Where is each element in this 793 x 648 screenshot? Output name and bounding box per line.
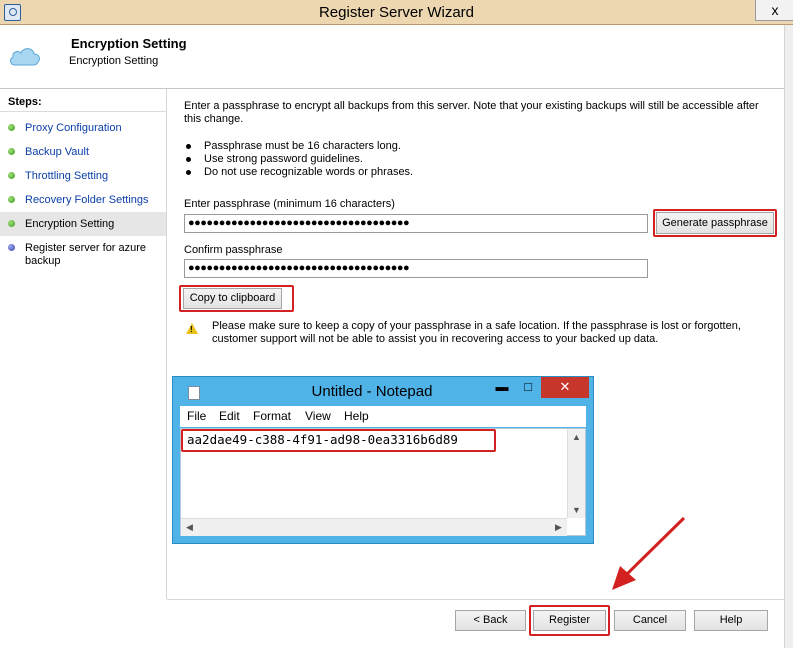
warning-icon-mark: ! (190, 325, 193, 334)
window-edge (784, 25, 793, 648)
step-label: Throttling Setting (25, 170, 109, 182)
copy-to-clipboard-button[interactable]: Copy to clipboard (183, 288, 282, 309)
status-complete-icon (8, 148, 15, 155)
scroll-down-icon[interactable]: ▼ (568, 502, 585, 518)
confirm-label: Confirm passphrase (184, 244, 283, 256)
highlight-box (181, 429, 496, 452)
status-pending-icon (8, 244, 15, 251)
step-register-server: Register server for azure backup (0, 238, 166, 268)
divider (167, 599, 784, 600)
notepad-maximize-button[interactable]: □ (515, 377, 541, 398)
register-button[interactable]: Register (533, 610, 606, 631)
menu-view[interactable]: View (305, 409, 331, 423)
page-subtitle: Encryption Setting (69, 55, 159, 67)
status-complete-icon (8, 196, 15, 203)
warning-text: Please make sure to keep a copy of your … (212, 320, 741, 345)
notepad-menubar (180, 406, 586, 427)
step-proxy-configuration[interactable]: Proxy Configuration (0, 118, 166, 140)
page-title: Encryption Setting (71, 36, 187, 51)
intro-text: Enter a passphrase to encrypt all backup… (184, 100, 759, 125)
cancel-button[interactable]: Cancel (614, 610, 686, 631)
vertical-scrollbar[interactable]: ▲ ▼ (567, 429, 585, 518)
step-label: Register server for azure backup (25, 242, 147, 267)
scroll-right-icon[interactable]: ▶ (550, 519, 567, 535)
horizontal-scrollbar[interactable]: ◀ ▶ (181, 518, 567, 536)
menu-help[interactable]: Help (344, 409, 369, 423)
menu-edit[interactable]: Edit (219, 409, 240, 423)
status-current-icon (8, 220, 15, 227)
generate-passphrase-button[interactable]: Generate passphrase (656, 212, 774, 234)
help-button[interactable]: Help (694, 610, 768, 631)
scroll-up-icon[interactable]: ▲ (568, 429, 585, 445)
notepad-close-button[interactable]: ✕ (541, 377, 589, 398)
passphrase-input[interactable]: ●●●●●●●●●●●●●●●●●●●●●●●●●●●●●●●●●●●● (184, 214, 648, 233)
rule-item: Do not use recognizable words or phrases… (184, 166, 413, 179)
step-throttling-setting[interactable]: Throttling Setting (0, 166, 166, 188)
menu-file[interactable]: File (187, 409, 206, 423)
menu-format[interactable]: Format (253, 409, 291, 423)
window-title: Register Server Wizard (318, 4, 475, 21)
passphrase-rules: Passphrase must be 16 characters long. U… (184, 140, 413, 179)
window-close-button[interactable]: x (755, 0, 793, 21)
scroll-left-icon[interactable]: ◀ (181, 519, 198, 535)
status-complete-icon (8, 124, 15, 131)
step-recovery-folder-settings[interactable]: Recovery Folder Settings (0, 190, 166, 212)
rule-item: Use strong password guidelines. (184, 153, 413, 166)
step-encryption-setting[interactable]: Encryption Setting (0, 212, 166, 236)
passphrase-label: Enter passphrase (minimum 16 characters) (184, 198, 395, 210)
step-label: Proxy Configuration (25, 122, 122, 134)
back-button[interactable]: < Back (455, 610, 526, 631)
status-complete-icon (8, 172, 15, 179)
step-label: Encryption Setting (25, 218, 115, 230)
notepad-minimize-button[interactable]: ▬ (490, 377, 514, 398)
rule-item: Passphrase must be 16 characters long. (184, 140, 413, 153)
step-label: Backup Vault (25, 146, 90, 158)
cloud-icon (10, 48, 40, 66)
step-backup-vault[interactable]: Backup Vault (0, 142, 166, 164)
confirm-passphrase-input[interactable]: ●●●●●●●●●●●●●●●●●●●●●●●●●●●●●●●●●●●● (184, 259, 648, 278)
step-label: Recovery Folder Settings (25, 194, 149, 206)
divider (0, 111, 166, 112)
steps-heading: Steps: (8, 96, 42, 108)
